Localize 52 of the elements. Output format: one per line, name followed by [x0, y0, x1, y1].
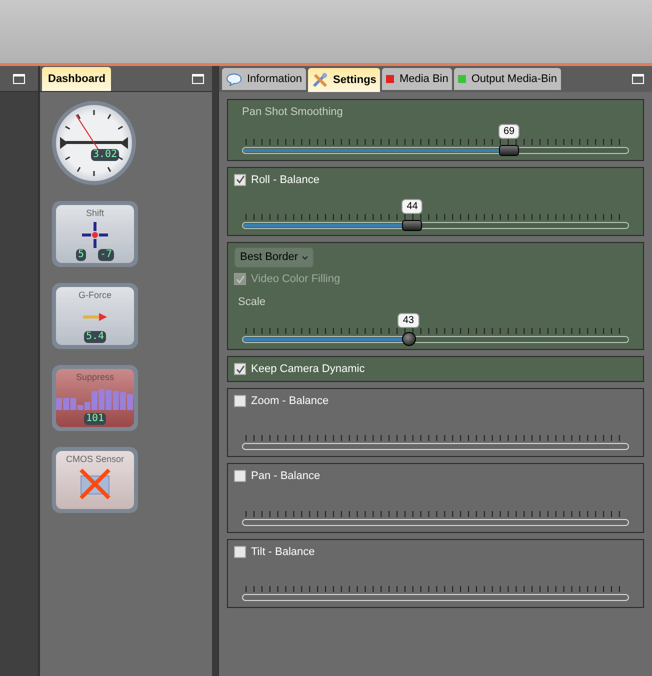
gauge-title: Shift: [86, 207, 104, 220]
checkbox[interactable]: [234, 363, 246, 376]
digital-readout: 5.4: [84, 331, 106, 343]
digital-readout: 101: [84, 413, 106, 425]
tools-icon: [312, 72, 328, 88]
speech-bubble-icon: [226, 72, 242, 86]
maximize-icon[interactable]: [632, 74, 644, 84]
checkmark-icon: [236, 175, 244, 184]
digital-readout: 5: [76, 249, 86, 261]
slider-value: 43: [398, 313, 419, 328]
group-title: Pan Shot Smoothing: [241, 105, 344, 120]
gauge-title: G-Force: [78, 289, 112, 302]
gauge-title: CMOS Sensor: [66, 453, 124, 466]
gauge-needles-drawing: [58, 107, 130, 179]
checkbox-label: Keep Camera Dynamic: [251, 362, 365, 377]
slider-thumb[interactable]: [498, 144, 519, 156]
chevron-down-icon: [302, 256, 308, 260]
checkbox-label: Pan - Balance: [251, 469, 320, 484]
digital-readout: -7: [98, 249, 114, 261]
slider-track[interactable]: [242, 222, 629, 229]
checkbox[interactable]: [234, 546, 246, 558]
slider-label: Scale: [237, 294, 267, 310]
slider-value: 69: [498, 124, 520, 138]
checkbox-label: Tilt - Balance: [251, 544, 315, 560]
slider-track[interactable]: [242, 443, 629, 450]
panel-tab[interactable]: Dashboard: [42, 67, 112, 91]
digital-readout: 3.02: [90, 149, 120, 161]
crosshair-icon: [82, 222, 108, 248]
checkbox[interactable]: [234, 470, 246, 482]
slider-track[interactable]: [242, 594, 629, 601]
arrow-icon: [83, 312, 107, 321]
checkmark-icon: [236, 274, 244, 284]
dropdown[interactable]: Best Border: [234, 247, 314, 268]
slider-track[interactable]: [242, 518, 629, 526]
checkbox-label: Zoom - Balance: [251, 394, 329, 408]
maximize-icon[interactable]: [13, 74, 25, 84]
checkbox-label: Video Color Filling: [251, 272, 340, 287]
tab[interactable]: Settings: [308, 68, 380, 92]
maximize-icon[interactable]: [192, 74, 204, 84]
tab[interactable]: Information: [222, 68, 306, 90]
checkbox[interactable]: [234, 174, 246, 186]
slider-thumb[interactable]: [402, 220, 422, 231]
checkbox-label: Roll - Balance: [251, 172, 320, 188]
slider-track[interactable]: [242, 146, 629, 154]
checkmark-icon: [236, 364, 244, 374]
slider-value: 44: [402, 199, 423, 214]
tab[interactable]: Output Media-Bin: [454, 68, 561, 90]
gauge-title: Suppress: [76, 371, 114, 384]
error-cross-icon: [78, 466, 112, 500]
slider-thumb[interactable]: [402, 332, 416, 346]
tab[interactable]: Media Bin: [382, 68, 452, 90]
checkbox[interactable]: [234, 394, 246, 407]
